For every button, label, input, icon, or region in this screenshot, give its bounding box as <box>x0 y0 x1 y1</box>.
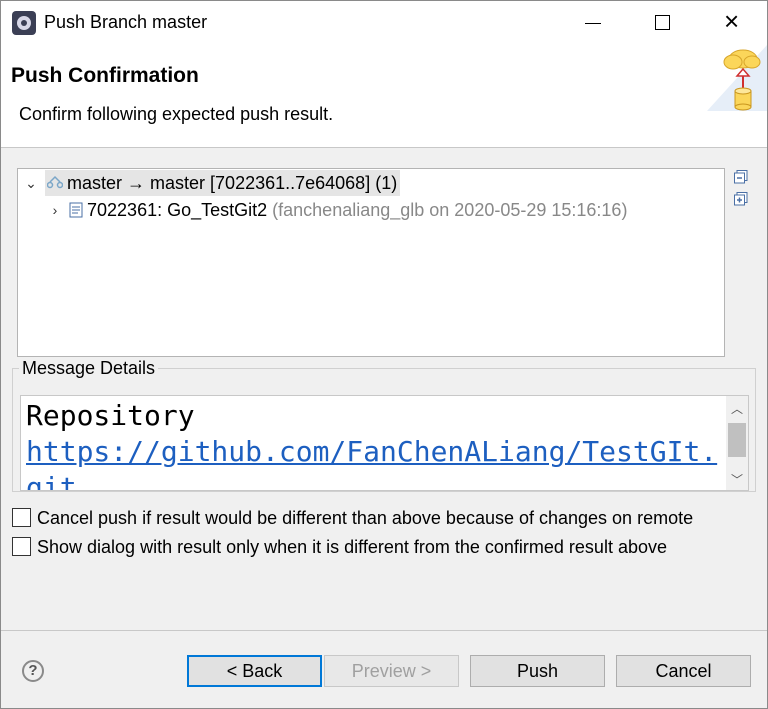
back-button[interactable]: < Back <box>187 655 322 687</box>
cancel-button[interactable]: Cancel <box>616 655 751 687</box>
wizard-header: Push Confirmation Confirm following expe… <box>1 45 767 148</box>
option-label: Show dialog with result only when it is … <box>37 537 667 557</box>
help-icon[interactable]: ? <box>22 660 44 682</box>
push-result-tree[interactable]: ⌄ master → master [7022361..7e64068] (1)… <box>17 168 725 357</box>
expand-all-icon[interactable] <box>734 192 748 206</box>
maximize-icon <box>655 15 670 30</box>
maximize-button[interactable] <box>637 1 687 45</box>
minimize-icon <box>585 23 601 24</box>
push-branch-dialog: Push Branch master × Push Confirmation C… <box>0 0 768 709</box>
message-details-group: Message Details Repository https://githu… <box>12 358 756 492</box>
message-content: Repository https://github.com/FanChenALi… <box>26 398 726 490</box>
scroll-down-icon[interactable]: ﹀ <box>731 471 743 488</box>
commit-label: 7022361: Go_TestGit2 <box>87 200 268 220</box>
option-label: Cancel push if result would be different… <box>37 508 694 528</box>
chevron-down-icon[interactable]: ⌄ <box>22 170 40 196</box>
ref-update-label: master → master [7022361..7e64068] (1) <box>67 173 398 193</box>
scroll-up-icon[interactable]: ︿ <box>731 400 743 417</box>
option-show-dialog-if-different[interactable]: Show dialog with result only when it is … <box>12 536 667 560</box>
branch-sync-icon <box>47 175 64 189</box>
minimize-button[interactable] <box>567 1 617 45</box>
message-details-label: Message Details <box>19 358 159 378</box>
commit-detail: (fanchenaliang_glb on 2020-05-29 15:16:1… <box>272 200 628 220</box>
button-bar: ? < Back Preview > Push Cancel <box>1 632 767 708</box>
page-description: Confirm following expected push result. <box>19 104 334 124</box>
close-button[interactable]: × <box>707 1 757 45</box>
title-bar[interactable]: Push Branch master × <box>1 1 767 45</box>
tree-toolbar <box>734 170 750 214</box>
message-details-text[interactable]: Repository https://github.com/FanChenALi… <box>20 395 749 491</box>
chevron-right-icon[interactable]: › <box>46 197 64 223</box>
checkbox[interactable] <box>12 508 31 527</box>
page-title: Push Confirmation <box>11 64 199 87</box>
message-heading: Repository <box>26 399 195 432</box>
push-button[interactable]: Push <box>470 655 605 687</box>
window-title: Push Branch master <box>44 12 208 32</box>
tree-row-commit[interactable]: › 7022361: Go_TestGit2 (fanchenaliang_gl… <box>46 197 628 223</box>
tree-row-selection: master → master [7022361..7e64068] (1) <box>45 170 401 196</box>
close-icon: × <box>724 6 740 36</box>
message-scrollbar[interactable]: ︿ ﹀ <box>726 396 748 490</box>
eclipse-app-icon <box>12 11 36 35</box>
scrollbar-thumb[interactable] <box>728 423 746 457</box>
collapse-all-icon[interactable] <box>734 170 748 184</box>
wizard-body: ⌄ master → master [7022361..7e64068] (1)… <box>1 149 767 631</box>
commit-icon <box>69 202 83 218</box>
cloud-upload-database-icon <box>707 45 767 111</box>
option-cancel-if-different[interactable]: Cancel push if result would be different… <box>12 507 693 531</box>
tree-row-ref-update[interactable]: ⌄ master → master [7022361..7e64068] (1) <box>22 170 401 196</box>
checkbox[interactable] <box>12 537 31 556</box>
preview-button[interactable]: Preview > <box>324 655 459 687</box>
repository-link[interactable]: https://github.com/FanChenALiang/TestGIt… <box>26 434 726 490</box>
